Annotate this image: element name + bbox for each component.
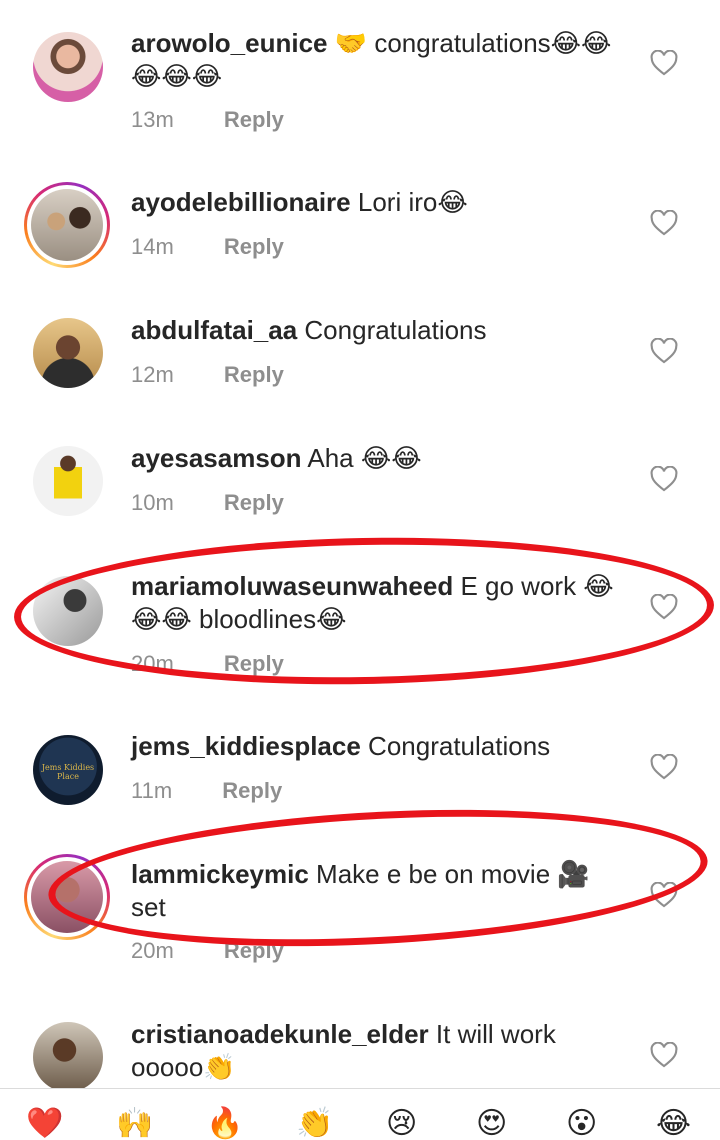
comment-text: ayesasamson Aha 😂😂 <box>131 442 621 475</box>
like-heart-icon[interactable] <box>650 594 678 620</box>
reaction-emoji[interactable]: ❤️ <box>26 1109 63 1139</box>
reply-button[interactable]: Reply <box>224 362 284 387</box>
reply-button[interactable]: Reply <box>224 234 284 259</box>
comment-username[interactable]: cristianoadekunle_elder <box>131 1019 429 1049</box>
comment-meta: 13m Reply <box>131 107 284 133</box>
comment-body: Lori iro😂 <box>357 187 468 217</box>
comment-username[interactable]: ayesasamson <box>131 443 302 473</box>
comment-username[interactable]: lammickeymic <box>131 859 309 889</box>
reaction-emoji[interactable]: 😍 <box>476 1109 507 1139</box>
reply-button[interactable]: Reply <box>224 938 284 963</box>
avatar[interactable] <box>33 32 103 102</box>
comment-username[interactable]: abdulfatai_aa <box>131 315 297 345</box>
reaction-emoji[interactable]: 👏 <box>296 1109 333 1139</box>
like-heart-icon[interactable] <box>650 1042 678 1068</box>
comment-time: 20m <box>131 651 174 676</box>
comment-time: 20m <box>131 938 174 963</box>
comment-text: ayodelebillionaire Lori iro😂 <box>131 186 621 219</box>
avatar[interactable]: Jems Kiddies Place <box>33 735 103 805</box>
like-heart-icon[interactable] <box>650 754 678 780</box>
avatar[interactable] <box>24 854 110 940</box>
avatar[interactable] <box>33 446 103 516</box>
reaction-emoji[interactable]: 😢 <box>386 1109 417 1139</box>
comment-username[interactable]: jems_kiddiesplace <box>131 731 361 761</box>
comment-meta: 20m Reply <box>131 651 284 677</box>
quick-reactions-bar: ❤️ 🙌 🔥 👏 😢 😍 😮 😂 <box>0 1088 720 1139</box>
comment-body: Aha 😂😂 <box>307 443 422 473</box>
reaction-emoji[interactable]: 😂 <box>656 1109 691 1139</box>
like-heart-icon[interactable] <box>650 50 678 76</box>
like-heart-icon[interactable] <box>650 210 678 236</box>
comment-text: abdulfatai_aa Congratulations <box>131 314 621 347</box>
comment-meta: 10m Reply <box>131 490 284 516</box>
reply-button[interactable]: Reply <box>224 651 284 676</box>
reply-button[interactable]: Reply <box>222 778 282 803</box>
avatar[interactable] <box>33 576 103 646</box>
reaction-emoji[interactable]: 🔥 <box>206 1109 243 1139</box>
reply-button[interactable]: Reply <box>224 490 284 515</box>
avatar[interactable] <box>33 1022 103 1092</box>
comment-time: 14m <box>131 234 174 259</box>
comment-meta: 20m Reply <box>131 938 284 964</box>
comment-meta: 12m Reply <box>131 362 284 388</box>
avatar[interactable] <box>24 182 110 268</box>
comment-body: Congratulations <box>304 315 487 345</box>
comment-time: 12m <box>131 362 174 387</box>
comment-username[interactable]: ayodelebillionaire <box>131 187 351 217</box>
reaction-emoji[interactable]: 🙌 <box>116 1109 153 1139</box>
comment-text: jems_kiddiesplace Congratulations <box>131 730 621 763</box>
reaction-emoji[interactable]: 😮 <box>566 1109 597 1139</box>
comment-time: 13m <box>131 107 174 132</box>
comment-username[interactable]: mariamoluwaseunwaheed <box>131 571 453 601</box>
comment-meta: 11m Reply <box>131 778 282 804</box>
comment-text: mariamoluwaseunwaheed E go work 😂😂😂 bloo… <box>131 570 621 636</box>
comment-time: 11m <box>131 778 173 803</box>
avatar-logo-text: Jems Kiddies Place <box>41 763 95 781</box>
comment-text: cristianoadekunle_elder It will work ooo… <box>131 1018 621 1084</box>
comment-body: Congratulations <box>368 731 551 761</box>
comment-text: lammickeymic Make e be on movie 🎥 set <box>131 858 621 924</box>
comment-time: 10m <box>131 490 174 515</box>
like-heart-icon[interactable] <box>650 338 678 364</box>
comment-meta: 14m Reply <box>131 234 284 260</box>
like-heart-icon[interactable] <box>650 882 678 908</box>
comment-text: arowolo_eunice 🤝 congratulations😂😂😂😂😂 <box>131 27 621 93</box>
comment-username[interactable]: arowolo_eunice <box>131 28 328 58</box>
reply-button[interactable]: Reply <box>224 107 284 132</box>
like-heart-icon[interactable] <box>650 466 678 492</box>
avatar[interactable] <box>33 318 103 388</box>
